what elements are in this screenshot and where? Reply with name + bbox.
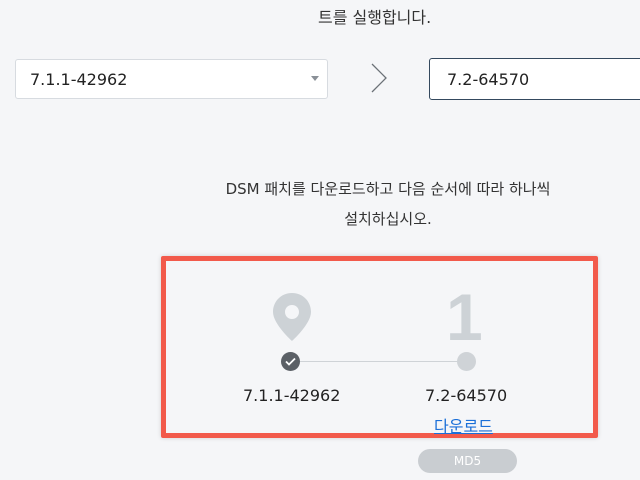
chevron-right-icon [371, 63, 387, 93]
step-number: 1 [446, 280, 483, 354]
highlight-frame [161, 256, 598, 438]
md5-button[interactable]: MD5 [418, 449, 517, 473]
current-step-version: 7.1.1-42962 [243, 386, 341, 405]
instruction-text: DSM 패치를 다운로드하고 다음 순서에 따라 하나씩 설치하십시오. [160, 174, 616, 234]
update-path-panel: 트를 실행합니다. 7.1.1-42962 7.2-64570 DSM 패치를 … [0, 0, 640, 480]
completed-step-dot [281, 352, 300, 371]
current-version-value: 7.1.1-42962 [30, 69, 128, 89]
checkmark-icon [285, 357, 296, 366]
target-version-value: 7.2-64570 [447, 69, 530, 89]
intro-text: 트를 실행합니다. [318, 8, 432, 27]
instruction-line-2: 설치하십시오. [344, 210, 432, 228]
current-version-dropdown[interactable]: 7.1.1-42962 [15, 59, 328, 99]
map-pin-icon [273, 293, 311, 341]
download-link[interactable]: 다운로드 [434, 413, 493, 437]
caret-down-icon [311, 76, 319, 81]
step-connector-line [298, 361, 458, 362]
instruction-line-1: DSM 패치를 다운로드하고 다음 순서에 따라 하나씩 [225, 180, 551, 198]
target-version-field[interactable]: 7.2-64570 [429, 58, 640, 100]
pending-step-dot [457, 352, 476, 371]
next-step-version: 7.2-64570 [425, 386, 508, 405]
